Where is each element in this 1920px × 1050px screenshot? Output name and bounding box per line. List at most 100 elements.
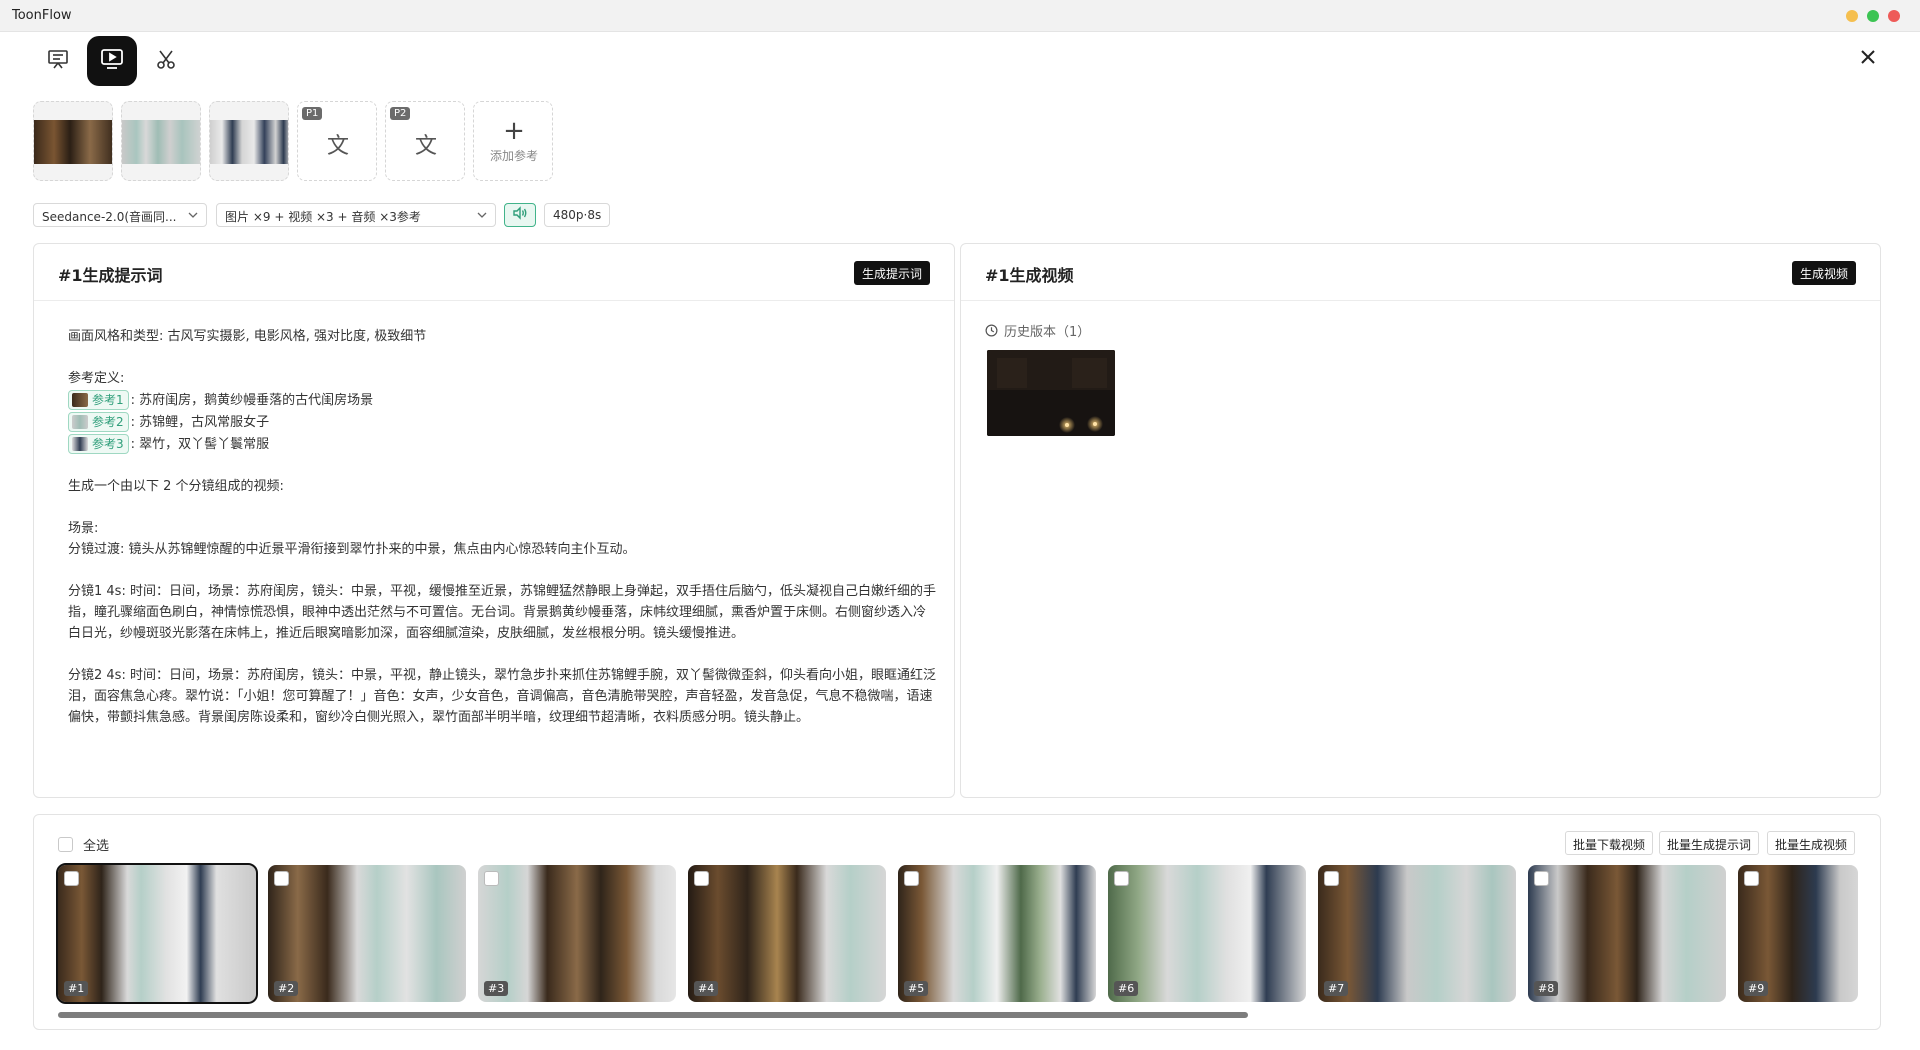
shot-card[interactable]: #5	[898, 865, 1096, 1002]
audio-toggle[interactable]	[504, 203, 536, 227]
storyboard-mode-button[interactable]	[33, 36, 83, 86]
shot-card[interactable]: #6	[1108, 865, 1306, 1002]
scissors-icon	[155, 48, 177, 74]
app-title: ToonFlow	[12, 8, 72, 23]
shot-checkbox[interactable]	[274, 871, 289, 886]
speaker-icon	[512, 206, 528, 224]
transition-line: 分镜过渡: 镜头从苏锦鲤惊醒的中近景平滑衔接到翠竹扑来的中景，焦点由内心惊恐转向…	[68, 542, 636, 557]
add-reference-button[interactable]: + 添加参考	[473, 101, 553, 181]
style-line: 画面风格和类型: 古风写实摄影, 电影风格, 强对比度, 极致细节	[68, 329, 427, 344]
generate-prompt-button[interactable]: 生成提示词	[853, 261, 930, 285]
shot-number: #8	[1534, 981, 1559, 996]
batch-download-button[interactable]: 批量下载视频	[1565, 831, 1654, 855]
model-select[interactable]: Seedance-2.0(音画同...	[33, 203, 207, 227]
video-panel: #1生成视频 生成视频 历史版本（1）	[960, 243, 1881, 798]
shot-card[interactable]: #7	[1318, 865, 1516, 1002]
select-all-checkbox[interactable]	[58, 837, 73, 852]
reference-chip[interactable]: 参考1	[68, 390, 129, 410]
reference-image-2[interactable]	[121, 101, 201, 181]
generate-video-button[interactable]: 生成视频	[1791, 261, 1856, 285]
clock-icon	[985, 324, 998, 337]
reference-image-3[interactable]	[209, 101, 289, 181]
text-icon: 文	[326, 134, 349, 159]
shot-card[interactable]: #9	[1738, 865, 1858, 1002]
character-thumbnail	[210, 120, 288, 164]
inputs-select-value: 图片 ×9 + 视频 ×3 + 音频 ×3参考	[225, 210, 421, 224]
close-window-button[interactable]	[1888, 10, 1900, 22]
video-panel-header: #1生成视频 生成视频	[961, 244, 1880, 301]
intro-line: 生成一个由以下 2 个分镜组成的视频:	[68, 479, 284, 494]
shot-checkbox[interactable]	[1114, 871, 1129, 886]
shot-number: #7	[1324, 981, 1349, 996]
shot-number: #4	[694, 981, 719, 996]
batch-generate-video-button[interactable]: 批量生成视频	[1767, 831, 1856, 855]
monitor-play-icon	[100, 47, 124, 75]
model-select-value: Seedance-2.0(音画同...	[42, 210, 177, 224]
room-thumbnail	[34, 120, 112, 164]
text-reference-p1[interactable]: P1 文	[297, 101, 377, 181]
reference-mini-thumb	[72, 437, 88, 451]
chevron-down-icon	[477, 209, 487, 223]
reference-definition: 参考2 : 苏锦鲤，古风常服女子	[68, 411, 938, 433]
select-all[interactable]: 全选	[58, 835, 109, 854]
prompt-text[interactable]: 画面风格和类型: 古风写实摄影, 电影风格, 强对比度, 极致细节 参考定义: …	[68, 326, 938, 728]
prompt-panel-title: #1生成提示词	[58, 266, 163, 285]
add-reference-label: 添加参考	[489, 149, 538, 163]
shot-number: #1	[64, 981, 89, 996]
title-bar: ToonFlow	[0, 0, 1920, 32]
shot-card[interactable]: #8	[1528, 865, 1726, 1002]
shot-number: #2	[274, 981, 299, 996]
shot-number: #5	[904, 981, 929, 996]
presentation-icon	[47, 48, 69, 74]
reference-mini-thumb	[72, 393, 88, 407]
history-label: 历史版本（1）	[1004, 325, 1091, 340]
edit-mode-button[interactable]	[141, 36, 191, 86]
history-versions[interactable]: 历史版本（1）	[985, 321, 1090, 340]
shot-card[interactable]: #4	[688, 865, 886, 1002]
resolution-tag[interactable]: 480p·8s	[544, 203, 611, 227]
storyboard-panel: 全选 批量下载视频 批量生成提示词 批量生成视频 #1 #2 #3 #4 #5 …	[33, 814, 1881, 1030]
prompt-panel: #1生成提示词 生成提示词 画面风格和类型: 古风写实摄影, 电影风格, 强对比…	[33, 243, 955, 798]
shot-card[interactable]: #2	[268, 865, 466, 1002]
video-panel-title: #1生成视频	[985, 266, 1074, 285]
shot-checkbox[interactable]	[1744, 871, 1759, 886]
reference-chip[interactable]: 参考2	[68, 412, 129, 432]
select-all-label: 全选	[83, 839, 110, 854]
maximize-button[interactable]	[1867, 10, 1879, 22]
shot-number: #6	[1114, 981, 1139, 996]
reference-badge: P2	[390, 107, 411, 120]
prompt-panel-header: #1生成提示词 生成提示词	[34, 244, 954, 301]
reference-heading: 参考定义:	[68, 371, 125, 386]
shot-1-description: 分镜1 4s: 时间：日间，场景：苏府闺房，镜头：中景，平视，缓慢推至近景，苏锦…	[68, 584, 936, 641]
reference-badge: P1	[302, 107, 323, 120]
scene-heading: 场景:	[68, 521, 99, 536]
inputs-select[interactable]: 图片 ×9 + 视频 ×3 + 音频 ×3参考	[216, 203, 496, 227]
shot-checkbox[interactable]	[1534, 871, 1549, 886]
shot-card[interactable]: #3	[478, 865, 676, 1002]
shot-number: #3	[484, 981, 509, 996]
history-video-thumbnail[interactable]	[987, 350, 1115, 436]
close-icon	[1860, 49, 1876, 69]
shot-card[interactable]: #1	[56, 863, 258, 1004]
shot-checkbox[interactable]	[694, 871, 709, 886]
reference-definition: 参考3 : 翠竹，双丫髻丫鬟常服	[68, 433, 938, 455]
reference-chip[interactable]: 参考3	[68, 434, 129, 454]
text-reference-p2[interactable]: P2 文	[385, 101, 465, 181]
reference-image-1[interactable]	[33, 101, 113, 181]
horizontal-scrollbar[interactable]	[58, 1012, 1248, 1018]
reference-mini-thumb	[72, 415, 88, 429]
minimize-button[interactable]	[1846, 10, 1858, 22]
video-mode-button[interactable]	[87, 36, 137, 86]
close-button[interactable]	[1854, 45, 1882, 73]
shot-checkbox[interactable]	[1324, 871, 1339, 886]
shot-checkbox[interactable]	[64, 871, 79, 886]
shot-number: #9	[1744, 981, 1769, 996]
text-icon: 文	[414, 134, 437, 159]
plus-icon: +	[503, 116, 525, 146]
shot-2-description: 分镜2 4s: 时间：日间，场景：苏府闺房，镜头：中景，平视，静止镜头，翠竹急步…	[68, 668, 936, 725]
shot-checkbox[interactable]	[904, 871, 919, 886]
batch-generate-prompt-button[interactable]: 批量生成提示词	[1659, 831, 1760, 855]
reference-definition: 参考1 : 苏府闺房，鹅黄纱幔垂落的古代闺房场景	[68, 389, 938, 411]
shot-checkbox[interactable]	[484, 871, 499, 886]
chevron-down-icon	[188, 209, 198, 223]
